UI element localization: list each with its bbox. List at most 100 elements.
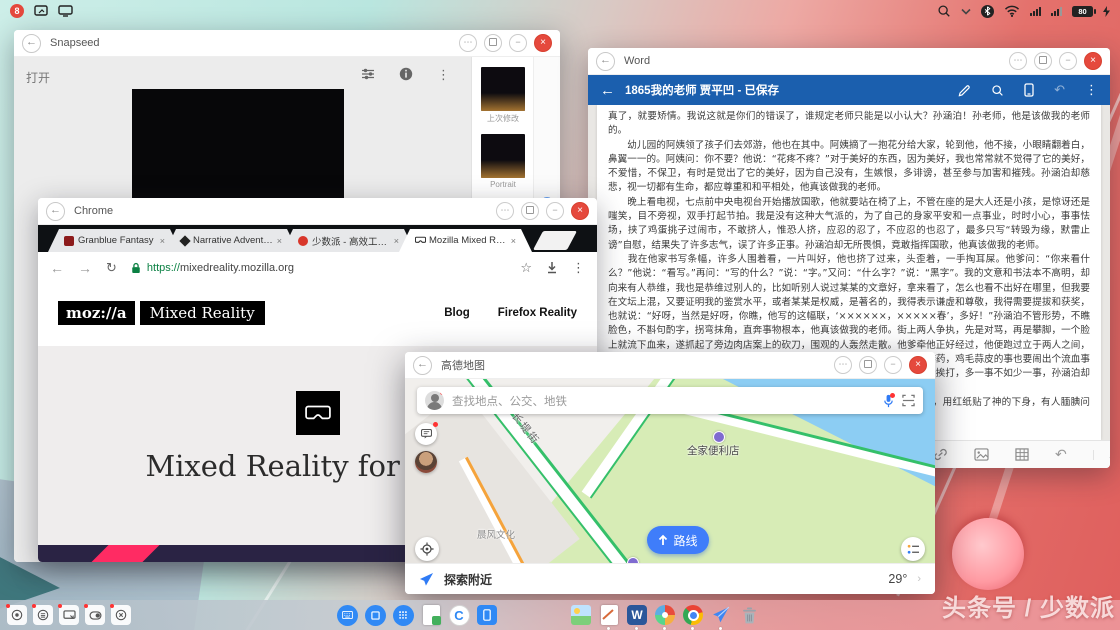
gallery-app-icon[interactable] xyxy=(570,604,592,626)
more-button[interactable]: ⋯ xyxy=(496,202,514,220)
maximize-button[interactable] xyxy=(859,356,877,374)
profile-avatar[interactable] xyxy=(425,391,444,410)
feed-bubble-button[interactable] xyxy=(415,423,437,445)
chevron-down-icon[interactable] xyxy=(961,8,971,15)
mobile-view-icon[interactable] xyxy=(1024,83,1034,97)
search-icon[interactable] xyxy=(937,4,951,18)
image-icon[interactable] xyxy=(974,448,989,461)
tab-close-icon[interactable]: × xyxy=(277,236,282,246)
minimize-button[interactable]: − xyxy=(1059,52,1077,70)
overflow-menu-icon[interactable]: ⋮ xyxy=(1085,82,1098,98)
collapse-toolbar-icon[interactable]: ▲ xyxy=(1093,450,1110,460)
trash-icon[interactable] xyxy=(738,604,760,626)
bookmark-star-icon[interactable]: ☆ xyxy=(520,260,532,276)
chrome-app-icon[interactable] xyxy=(682,604,704,626)
undo-icon[interactable]: ↶ xyxy=(1055,446,1067,463)
notes-app-icon[interactable] xyxy=(598,604,620,626)
keyboard-app-icon[interactable] xyxy=(336,604,358,626)
more-button[interactable]: ⋯ xyxy=(459,34,477,52)
ink-pen-icon[interactable] xyxy=(958,84,971,97)
bluetooth-icon[interactable] xyxy=(981,5,994,18)
url-field[interactable]: https://mixedreality.mozilla.org xyxy=(131,262,506,274)
minimize-button[interactable]: − xyxy=(509,34,527,52)
close-button[interactable]: × xyxy=(909,356,927,374)
window-manager-icon[interactable] xyxy=(364,604,386,626)
table-icon[interactable] xyxy=(1015,448,1029,461)
find-icon[interactable] xyxy=(991,84,1004,97)
phone-app-icon[interactable] xyxy=(476,604,498,626)
status-bar: 8 80 xyxy=(0,0,1120,22)
tab-narrative-adventure[interactable]: Narrative Adventure Stu × xyxy=(165,229,298,252)
look-thumbnail[interactable] xyxy=(481,67,525,111)
wifi-icon[interactable] xyxy=(1004,5,1020,17)
download-icon[interactable] xyxy=(546,261,558,274)
tab-granblue-fantasy[interactable]: Granblue Fantasy × xyxy=(48,229,181,252)
reload-icon[interactable]: ↻ xyxy=(106,260,117,276)
close-button[interactable]: × xyxy=(571,202,589,220)
more-button[interactable]: ⋯ xyxy=(1009,52,1027,70)
overflow-menu-icon[interactable]: ⋮ xyxy=(437,67,450,83)
record-button[interactable] xyxy=(7,605,27,625)
maximize-button[interactable] xyxy=(1034,52,1052,70)
map-search-bar[interactable]: 查找地点、公交、地铁 xyxy=(417,387,923,414)
doc-back-icon[interactable]: ← xyxy=(600,82,615,99)
voice-mic-icon[interactable] xyxy=(883,394,894,408)
browser-menu-icon[interactable]: ⋮ xyxy=(572,260,585,276)
tab-close-icon[interactable]: × xyxy=(160,236,165,246)
mozilla-logo[interactable]: moz://a Mixed Reality xyxy=(58,301,265,325)
link-icon[interactable] xyxy=(933,448,948,461)
back-button[interactable]: ← xyxy=(596,52,615,71)
page-header: moz://a Mixed Reality Blog Firefox Reali… xyxy=(38,280,597,346)
browser-app-icon[interactable]: C xyxy=(448,604,470,626)
maximize-button[interactable] xyxy=(484,34,502,52)
amap-app-icon[interactable] xyxy=(710,604,732,626)
tab-sspai[interactable]: 少数派 - 高效工作，品 × xyxy=(282,229,415,252)
browser-back-icon[interactable]: ← xyxy=(50,260,64,276)
close-all-button[interactable] xyxy=(111,605,131,625)
tune-icon[interactable] xyxy=(361,67,375,83)
screenshot-icon[interactable] xyxy=(34,5,48,17)
route-options-button[interactable] xyxy=(901,537,925,561)
word-app-icon[interactable]: W xyxy=(626,604,648,626)
tab-close-icon[interactable]: × xyxy=(394,236,399,246)
map-poi-icon[interactable] xyxy=(713,431,725,443)
tab-mozilla-mixed-reality[interactable]: Mozilla Mixed Reality | H × xyxy=(399,229,532,252)
file-manager-icon[interactable] xyxy=(420,604,442,626)
back-button[interactable]: ← xyxy=(413,356,432,375)
snapseed-app-icon[interactable] xyxy=(654,604,676,626)
notification-badge[interactable]: 8 xyxy=(10,4,24,18)
map-bottom-bar[interactable]: 探索附近 29° › xyxy=(405,563,935,594)
battery-icon[interactable]: 80 xyxy=(1072,6,1093,17)
map-canvas[interactable]: 长堤街 全家便利店 晨风文化 七仔便利店 蒸饭炖汤 查找地点、公交、地铁 xyxy=(405,379,935,564)
info-icon[interactable] xyxy=(399,67,413,83)
maximize-button[interactable] xyxy=(521,202,539,220)
mode-toggle-button[interactable] xyxy=(85,605,105,625)
browser-forward-icon[interactable]: → xyxy=(78,260,92,276)
cast-screen-button[interactable] xyxy=(59,605,79,625)
back-button[interactable]: ← xyxy=(22,34,41,53)
more-button[interactable]: ⋯ xyxy=(834,356,852,374)
chevron-right-icon[interactable]: › xyxy=(917,573,921,585)
route-button[interactable]: 路线 xyxy=(647,526,709,554)
close-button[interactable]: × xyxy=(1084,52,1102,70)
display-icon[interactable] xyxy=(58,5,73,17)
map-label-chenfeng[interactable]: 晨风文化 xyxy=(477,527,515,541)
look-thumbnail[interactable] xyxy=(481,134,525,178)
open-label[interactable]: 打开 xyxy=(26,69,50,86)
close-button[interactable]: × xyxy=(534,34,552,52)
contact-avatar-button[interactable] xyxy=(415,451,437,473)
back-button[interactable]: ← xyxy=(46,202,65,221)
undo-icon[interactable]: ↶ xyxy=(1054,82,1065,98)
scan-icon[interactable] xyxy=(902,394,915,407)
locate-me-button[interactable] xyxy=(415,537,439,561)
minimize-button[interactable]: − xyxy=(884,356,902,374)
map-label-family-mart[interactable]: 全家便利店 xyxy=(687,443,740,458)
app-drawer-icon[interactable] xyxy=(392,604,414,626)
menu-button[interactable] xyxy=(33,605,53,625)
window-amap[interactable]: ← 高德地图 ⋯ − × xyxy=(405,352,935,594)
minimize-button[interactable]: − xyxy=(546,202,564,220)
new-tab-button[interactable] xyxy=(533,231,577,250)
nav-link-firefox-reality[interactable]: Firefox Reality xyxy=(498,307,577,319)
tab-close-icon[interactable]: × xyxy=(511,236,516,246)
nav-link-blog[interactable]: Blog xyxy=(444,307,470,319)
